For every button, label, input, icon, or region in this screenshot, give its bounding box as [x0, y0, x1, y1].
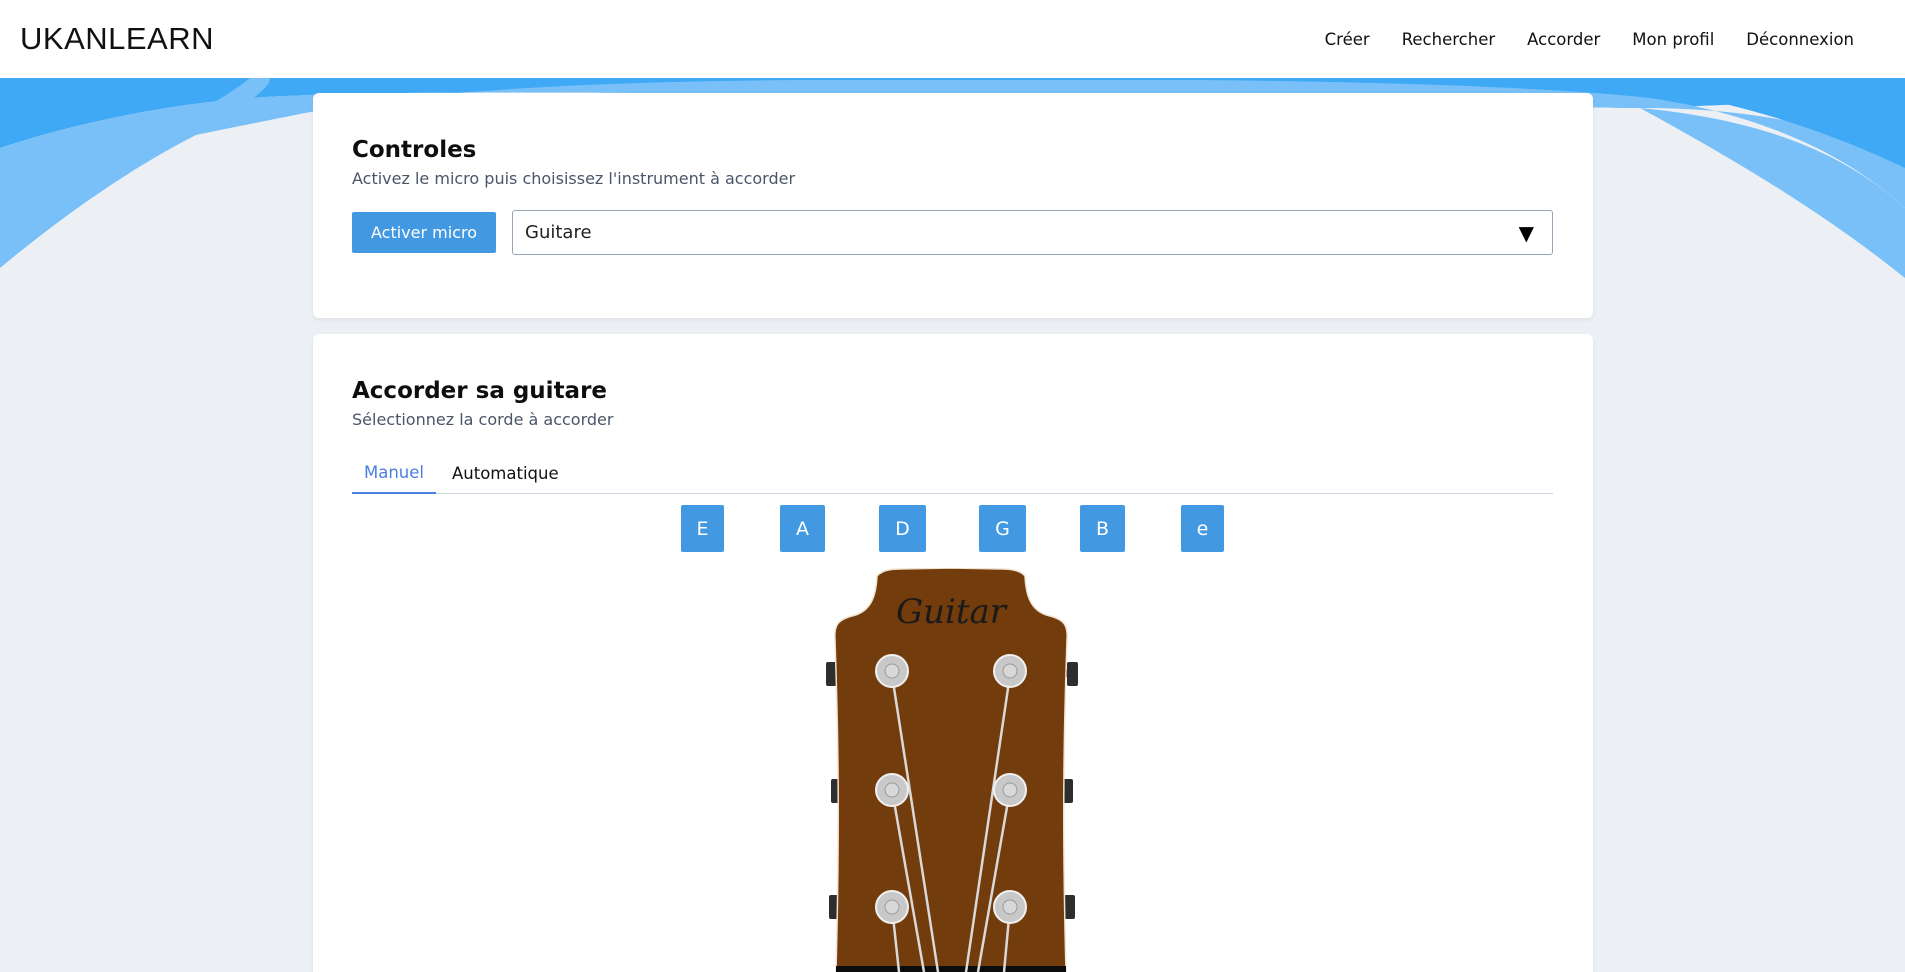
controls-row: Activer micro Guitare ▼	[352, 210, 1553, 255]
tuner-subtitle: Sélectionnez la corde à accorder	[352, 410, 614, 429]
nav-links: Créer Rechercher Accorder Mon profil Déc…	[1309, 30, 1870, 49]
string-button-D[interactable]: D	[879, 505, 926, 552]
tuner-title: Accorder sa guitare	[352, 378, 608, 404]
nav-link-create[interactable]: Créer	[1309, 30, 1386, 49]
nav-link-profile[interactable]: Mon profil	[1616, 30, 1730, 49]
activate-mic-button[interactable]: Activer micro	[352, 212, 496, 253]
brand-logo[interactable]: UKANLEARN	[20, 21, 214, 57]
controls-subtitle: Activez le micro puis choisissez l'instr…	[352, 169, 796, 188]
string-button-B[interactable]: B	[1080, 505, 1125, 552]
controls-card: Controles Activez le micro puis choisiss…	[313, 93, 1593, 318]
tuning-mode-tabs: Manuel Automatique	[352, 452, 1553, 494]
tab-manual[interactable]: Manuel	[352, 452, 436, 494]
instrument-select-value: Guitare	[525, 222, 592, 243]
top-navbar: UKANLEARN Créer Rechercher Accorder Mon …	[0, 0, 1905, 78]
headstock-logo-text: Guitar	[896, 592, 1008, 632]
guitar-headstock: Guitar	[826, 568, 1078, 972]
chevron-down-icon: ▼	[1518, 220, 1534, 245]
nav-link-logout[interactable]: Déconnexion	[1730, 30, 1870, 49]
instrument-select[interactable]: Guitare ▼	[512, 210, 1553, 255]
string-button-G[interactable]: G	[979, 505, 1026, 552]
tab-automatic[interactable]: Automatique	[436, 452, 571, 494]
string-button-e[interactable]: e	[1181, 505, 1224, 552]
string-button-E[interactable]: E	[681, 505, 724, 552]
controls-title: Controles	[352, 137, 477, 163]
string-button-A[interactable]: A	[780, 505, 825, 552]
nav-link-search[interactable]: Rechercher	[1386, 30, 1511, 49]
nav-link-tune[interactable]: Accorder	[1511, 30, 1616, 49]
